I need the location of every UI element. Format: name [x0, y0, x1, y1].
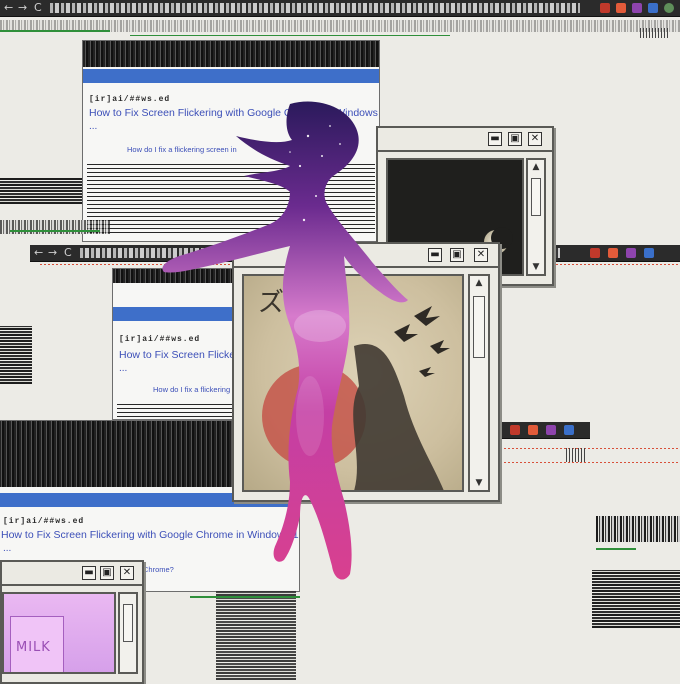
back-arrow-icon[interactable]: ← [4, 2, 13, 14]
extension-icon[interactable] [590, 248, 600, 258]
glitch-block [216, 590, 296, 680]
extension-icon[interactable] [616, 3, 626, 13]
glitch-block [596, 516, 680, 542]
extension-icon[interactable] [564, 425, 574, 435]
glitch-line [190, 596, 300, 598]
close-button[interactable]: ✕ [120, 566, 134, 580]
result-url: [ir]ai/##ws.ed [3, 517, 85, 526]
maximize-button[interactable]: ▣ [450, 248, 464, 262]
maximize-button[interactable]: ▣ [508, 132, 522, 146]
glitch-block [592, 570, 680, 628]
extension-icon[interactable] [648, 3, 658, 13]
glitch-block [0, 326, 32, 384]
glitch-block [0, 178, 82, 204]
extension-icon[interactable] [528, 425, 538, 435]
minimize-button[interactable]: ▬ [82, 566, 96, 580]
milk-label: MILK [16, 640, 51, 655]
extension-icon[interactable] [600, 3, 610, 13]
extension-icon[interactable] [632, 3, 642, 13]
scroll-up-arrow-icon[interactable]: ▲ [470, 278, 488, 288]
minimize-button[interactable]: ▬ [428, 248, 442, 262]
extension-icon[interactable] [546, 425, 556, 435]
scroll-up-arrow-icon[interactable]: ▲ [528, 162, 544, 172]
scrollbar[interactable] [118, 592, 138, 674]
page-header-bar [83, 69, 379, 83]
scrollbar[interactable]: ▲ ▼ [526, 158, 546, 276]
forward-arrow-icon[interactable]: → [48, 247, 57, 259]
milk-window[interactable]: ▬ ▣ ✕ MILK [0, 560, 144, 684]
result-ellipsis: ... [3, 543, 12, 554]
reload-icon[interactable]: C [64, 247, 72, 259]
nebula-dancer-figure [162, 101, 408, 580]
scrollbar-thumb[interactable] [531, 178, 541, 216]
reload-icon[interactable]: C [34, 2, 42, 14]
glitch-line [0, 30, 110, 32]
scrollbar-thumb[interactable] [123, 604, 133, 642]
maximize-button[interactable]: ▣ [100, 566, 114, 580]
close-button[interactable]: ✕ [528, 132, 542, 146]
extension-icon[interactable] [510, 425, 520, 435]
scroll-down-arrow-icon[interactable]: ▼ [470, 478, 488, 488]
extension-icon[interactable] [608, 248, 618, 258]
address-bar[interactable] [50, 3, 580, 13]
browser-chrome-top: ← → C [0, 0, 680, 17]
back-arrow-icon[interactable]: ← [34, 247, 43, 259]
result-ellipsis: ... [119, 363, 128, 374]
result-ellipsis: ... [89, 121, 98, 132]
glitch-noise [640, 28, 670, 38]
extension-icon[interactable] [644, 248, 654, 258]
minimize-button[interactable]: ▬ [488, 132, 502, 146]
glitch-line [500, 448, 680, 449]
scrollbar-thumb[interactable] [473, 296, 485, 358]
extension-icon[interactable] [626, 248, 636, 258]
scroll-down-arrow-icon[interactable]: ▼ [528, 262, 544, 272]
glitch-line [130, 35, 450, 36]
page-header-glitch [83, 41, 379, 67]
glitch-line [10, 230, 100, 232]
glitch-noise [566, 448, 586, 462]
glitch-line [596, 548, 636, 550]
avatar[interactable] [664, 3, 674, 13]
window-titlebar[interactable]: ▬ ▣ ✕ [2, 562, 142, 586]
milk-carton-image: MILK [2, 592, 116, 674]
close-button[interactable]: ✕ [474, 248, 488, 262]
forward-arrow-icon[interactable]: → [18, 2, 27, 14]
scrollbar[interactable]: ▲ ▼ [468, 274, 490, 492]
glitch-line [500, 462, 680, 463]
browser-chrome-lower [500, 422, 590, 439]
